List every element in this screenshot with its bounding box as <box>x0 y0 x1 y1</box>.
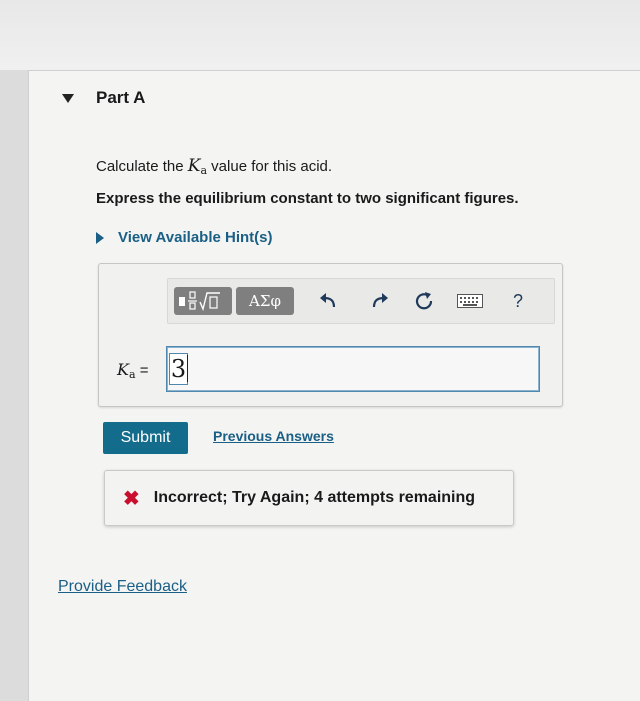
help-button[interactable]: ? <box>504 289 532 313</box>
ka-label: Ka = <box>117 360 148 381</box>
math-toolbar: ΑΣφ ? <box>167 278 555 324</box>
instruction-text: Express the equilibrium constant to two … <box>96 190 519 207</box>
text-caret <box>187 355 188 382</box>
hint-label: View Available Hint(s) <box>118 229 273 246</box>
question-suffix: value for this acid. <box>211 158 333 175</box>
question-prefix: Calculate the <box>96 158 184 175</box>
reset-button[interactable] <box>410 289 438 313</box>
ka-label-subscript: a <box>128 368 136 381</box>
undo-arrow-icon <box>320 293 336 308</box>
answer-input[interactable]: 3 <box>166 346 540 392</box>
answer-value[interactable]: 3 <box>169 353 188 385</box>
ka-label-symbol: K <box>117 360 129 379</box>
collapse-triangle-icon[interactable] <box>62 93 74 103</box>
part-title: Part A <box>96 88 146 107</box>
x-mark-icon: ✖ <box>123 487 140 510</box>
ka-symbol: K <box>187 156 201 176</box>
view-hints-link[interactable]: View Available Hint(s) <box>96 229 273 246</box>
undo-button[interactable] <box>314 289 342 313</box>
redo-button[interactable] <box>366 289 394 313</box>
question-text: Calculate the Ka value for this acid. <box>96 156 332 177</box>
redo-arrow-icon <box>372 293 388 308</box>
keyboard-icon <box>457 294 483 308</box>
greek-symbols-button[interactable]: ΑΣφ <box>236 287 294 315</box>
answer-box: ΑΣφ ? Ka = 3 <box>98 263 563 407</box>
submit-button[interactable]: Submit <box>103 422 188 454</box>
expand-triangle-icon <box>96 231 104 244</box>
ka-subscript: a <box>200 164 207 177</box>
part-header[interactable]: Part A <box>62 88 145 108</box>
feedback-text: Incorrect; Try Again; 4 attempts remaini… <box>153 489 476 506</box>
feedback-message: ✖ Incorrect; Try Again; 4 attempts remai… <box>104 470 514 526</box>
equals-sign: = <box>139 362 149 379</box>
reset-circle-icon <box>415 292 433 310</box>
keyboard-button[interactable] <box>456 289 484 313</box>
previous-answers-link[interactable]: Previous Answers <box>213 428 334 444</box>
top-strip <box>0 0 640 70</box>
fraction-sqrt-template-icon <box>179 291 220 312</box>
provide-feedback-link[interactable]: Provide Feedback <box>58 578 187 596</box>
template-button[interactable] <box>174 287 232 315</box>
